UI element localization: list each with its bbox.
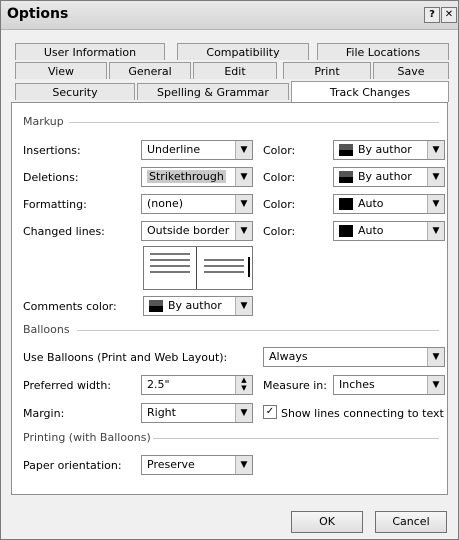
tab-edit[interactable]: Edit [193, 62, 277, 79]
formatting-color-label: Color: [263, 198, 296, 211]
insertions-value: Underline [147, 143, 201, 156]
tab-user-information[interactable]: User Information [15, 43, 165, 60]
color-swatch [149, 300, 163, 312]
markup-section-title: Markup [23, 115, 64, 128]
tab-spelling-grammar[interactable]: Spelling & Grammar [137, 83, 289, 100]
show-lines-label[interactable]: Show lines connecting to text [281, 407, 444, 420]
changed-lines-color-select[interactable]: Auto ▼ [333, 221, 445, 241]
changed-lines-color-label: Color: [263, 225, 296, 238]
preferred-width-label: Preferred width: [23, 379, 112, 392]
preview-line [204, 271, 244, 273]
close-icon[interactable]: ✕ [441, 7, 457, 23]
paper-orientation-select[interactable]: Preserve ▼ [141, 455, 253, 475]
preferred-width-spinner[interactable]: 2.5" ▲ ▼ [141, 375, 253, 395]
comments-color-select[interactable]: By author ▼ [143, 296, 253, 316]
ok-button[interactable]: OK [291, 511, 363, 533]
measure-in-label: Measure in: [263, 379, 327, 392]
chevron-down-icon: ▼ [235, 222, 252, 240]
color-swatch [339, 171, 353, 183]
chevron-down-icon: ▼ [235, 297, 252, 315]
insertions-select[interactable]: Underline ▼ [141, 140, 253, 160]
preview-line [204, 265, 244, 267]
changed-lines-color-value: Auto [358, 224, 384, 237]
formatting-color-select[interactable]: Auto ▼ [333, 194, 445, 214]
chevron-down-icon: ▼ [235, 141, 252, 159]
chevron-down-icon: ▼ [235, 195, 252, 213]
comments-color-label: Comments color: [23, 300, 117, 313]
formatting-select[interactable]: (none) ▼ [141, 194, 253, 214]
dialog-title: Options [7, 6, 69, 22]
balloons-section-title: Balloons [23, 323, 70, 336]
margin-label: Margin: [23, 407, 65, 420]
deletions-color-select[interactable]: By author ▼ [333, 167, 445, 187]
markup-divider [69, 122, 439, 123]
changed-lines-preview [143, 246, 253, 290]
measure-in-select[interactable]: Inches ▼ [333, 375, 445, 395]
comments-color-value: By author [168, 299, 222, 312]
spinner-icon[interactable]: ▲ ▼ [235, 376, 252, 394]
title-bar: Options ? ✕ [1, 1, 458, 30]
deletions-value: Strikethrough [147, 170, 226, 183]
margin-value: Right [147, 406, 176, 419]
cancel-button[interactable]: Cancel [375, 511, 447, 533]
insertions-color-label: Color: [263, 144, 296, 157]
deletions-color-value: By author [358, 170, 412, 183]
use-balloons-select[interactable]: Always ▼ [263, 347, 445, 367]
tab-compatibility[interactable]: Compatibility [177, 43, 309, 60]
preview-line [150, 271, 190, 273]
chevron-down-icon: ▼ [427, 141, 444, 159]
preview-divider [196, 247, 197, 289]
formatting-value: (none) [147, 197, 184, 210]
margin-select[interactable]: Right ▼ [141, 403, 253, 423]
insertions-label: Insertions: [23, 144, 81, 157]
changed-lines-select[interactable]: Outside border ▼ [141, 221, 253, 241]
printing-section-title: Printing (with Balloons) [23, 431, 151, 444]
tab-view[interactable]: View [15, 62, 107, 79]
preview-line [150, 253, 190, 255]
changed-lines-value: Outside border [147, 224, 230, 237]
tab-save[interactable]: Save [373, 62, 449, 79]
preview-line [150, 259, 190, 261]
use-balloons-label: Use Balloons (Print and Web Layout): [23, 351, 228, 364]
formatting-label: Formatting: [23, 198, 87, 211]
color-swatch [339, 144, 353, 156]
preview-line [150, 265, 190, 267]
chevron-down-icon: ▼ [427, 348, 444, 366]
chevron-down-icon: ▼ [427, 168, 444, 186]
balloons-divider [77, 330, 439, 331]
printing-divider [153, 438, 439, 439]
chevron-down-icon: ▼ [235, 168, 252, 186]
chevron-down-icon: ▼ [427, 376, 444, 394]
changed-lines-label: Changed lines: [23, 225, 105, 238]
check-icon[interactable]: ✓ [263, 405, 277, 419]
tab-file-locations[interactable]: File Locations [317, 43, 449, 60]
preview-border-bar [248, 257, 250, 277]
paper-orientation-label: Paper orientation: [23, 459, 122, 472]
chevron-down-icon: ▼ [235, 404, 252, 422]
chevron-down-icon: ▼ [427, 222, 444, 240]
tab-print[interactable]: Print [283, 62, 371, 79]
preview-line [204, 259, 244, 261]
options-dialog: Options ? ✕ User Information Compatibili… [0, 0, 459, 540]
tab-security[interactable]: Security [15, 83, 135, 100]
deletions-color-label: Color: [263, 171, 296, 184]
deletions-label: Deletions: [23, 171, 79, 184]
paper-orientation-value: Preserve [147, 458, 195, 471]
chevron-down-icon: ▼ [427, 195, 444, 213]
color-swatch [339, 225, 353, 237]
tab-general[interactable]: General [109, 62, 191, 79]
use-balloons-value: Always [269, 350, 308, 363]
chevron-down-icon: ▼ [235, 456, 252, 474]
insertions-color-select[interactable]: By author ▼ [333, 140, 445, 160]
deletions-select[interactable]: Strikethrough ▼ [141, 167, 253, 187]
help-icon[interactable]: ? [424, 7, 440, 23]
formatting-color-value: Auto [358, 197, 384, 210]
tab-track-changes[interactable]: Track Changes [291, 81, 449, 102]
insertions-color-value: By author [358, 143, 412, 156]
color-swatch [339, 198, 353, 210]
measure-in-value: Inches [339, 378, 375, 391]
preferred-width-value: 2.5" [147, 378, 170, 391]
